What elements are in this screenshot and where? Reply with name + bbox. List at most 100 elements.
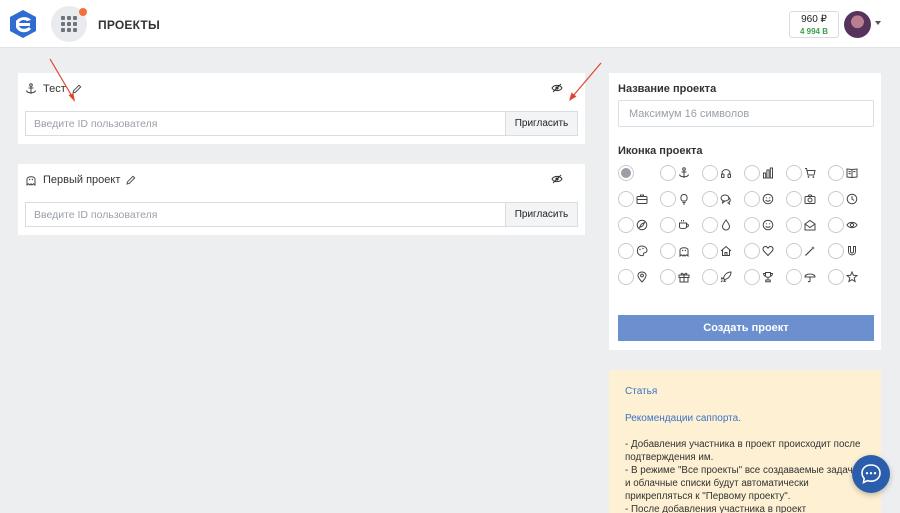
grid-icon [61,16,77,32]
book-icon [846,168,858,179]
pencil-icon[interactable] [72,84,82,94]
headphones-icon [721,169,731,178]
radio-button[interactable] [702,243,718,259]
icon-option-eye[interactable] [828,217,870,233]
icon-option-cup[interactable] [660,217,702,233]
radio-button[interactable] [744,243,760,259]
top-bar: ПРОЕКТЫ 960 ₽ 4 994 B [0,0,900,48]
radio-button[interactable] [786,165,802,181]
radio-button[interactable] [828,243,844,259]
pencil-icon[interactable] [126,175,136,185]
eye-icon[interactable] [551,174,563,184]
radio-button[interactable] [618,243,634,259]
icon-option-umbrella[interactable] [786,269,828,285]
icon-option-bulb[interactable] [660,191,702,207]
radio-button[interactable] [702,191,718,207]
icon-option-cart[interactable] [786,165,828,181]
chat-icon [720,194,731,205]
icon-option-chart[interactable] [744,165,786,181]
radio-button[interactable] [660,191,676,207]
user-id-input[interactable] [25,202,505,227]
radio-button[interactable] [828,269,844,285]
avatar[interactable] [844,11,871,38]
radio-button[interactable] [660,165,676,181]
radio-button[interactable] [618,191,634,207]
radio-button[interactable] [618,217,634,233]
radio-button[interactable] [786,269,802,285]
rocket-icon [720,271,732,283]
trophy-icon [762,272,774,283]
chevron-down-icon[interactable] [875,21,881,25]
radio-button[interactable] [828,191,844,207]
project-icon-label: Иконка проекта [618,145,703,157]
icon-option-magnet[interactable] [828,243,870,259]
icon-option-ghost[interactable] [660,243,702,259]
ghost-icon [26,176,36,186]
radio-button[interactable] [828,217,844,233]
cup-icon [679,220,689,229]
radio-button[interactable] [786,217,802,233]
support-recommendations-link[interactable]: Рекомендации саппорта. [625,413,865,424]
project-name-input[interactable] [618,100,874,127]
project-name-label: Название проекта [618,83,717,95]
article-link[interactable]: Статья [625,386,865,397]
balance-bonus: 4 994 B [799,27,829,36]
icon-option-anchor[interactable] [660,165,702,181]
icon-option-clock[interactable] [828,191,870,207]
camera-icon [804,194,816,204]
app-logo-icon[interactable] [8,9,38,39]
radio-button[interactable] [660,269,676,285]
project-name: Тест [43,83,66,95]
radio-button[interactable] [786,243,802,259]
radio-button[interactable] [786,191,802,207]
chat-button[interactable] [852,455,890,493]
icon-option-smile[interactable] [744,191,786,207]
icon-option-envelope[interactable] [786,217,828,233]
radio-button[interactable] [660,243,676,259]
radio-button[interactable] [744,191,760,207]
balance-badge[interactable]: 960 ₽ 4 994 B [789,11,839,38]
create-project-button[interactable]: Создать проект [618,315,874,341]
invite-button[interactable]: Пригласить [505,111,578,136]
icon-option-rocket[interactable] [702,269,744,285]
icon-option-book[interactable] [828,165,870,181]
radio-button[interactable] [702,217,718,233]
radio-button[interactable] [702,269,718,285]
icon-option-wand[interactable] [786,243,828,259]
icon-option-star[interactable] [828,269,870,285]
icon-option-home[interactable] [702,243,744,259]
icon-option-chat[interactable] [702,191,744,207]
radio-button[interactable] [744,165,760,181]
home-icon [720,245,732,256]
radio-button[interactable] [828,165,844,181]
radio-button[interactable] [744,217,760,233]
magnet-icon [848,246,856,256]
radio-button[interactable] [618,165,634,181]
icon-option-heart[interactable] [744,243,786,259]
icon-option-drop-alt[interactable] [744,217,786,233]
icon-option-drop[interactable] [702,217,744,233]
icon-option-trophy[interactable] [744,269,786,285]
anchor-icon [679,167,689,178]
notification-dot [79,8,87,16]
icon-picker [618,165,878,285]
radio-button[interactable] [618,269,634,285]
cart-icon [805,168,816,178]
radio-button[interactable] [744,269,760,285]
radio-button[interactable] [660,217,676,233]
apps-menu-button[interactable] [51,6,87,42]
icon-option-none[interactable] [618,165,660,181]
icon-option-briefcase[interactable] [618,191,660,207]
page-title: ПРОЕКТЫ [98,18,160,32]
icon-option-camera[interactable] [786,191,828,207]
radio-button[interactable] [702,165,718,181]
icon-option-pin[interactable] [618,269,660,285]
clock-icon [846,193,858,205]
icon-option-compass[interactable] [618,217,660,233]
icon-option-palette[interactable] [618,243,660,259]
icon-option-headphones[interactable] [702,165,744,181]
user-id-input[interactable] [25,111,505,136]
icon-option-gift[interactable] [660,269,702,285]
invite-button[interactable]: Пригласить [505,202,578,227]
eye-icon[interactable] [551,83,563,93]
